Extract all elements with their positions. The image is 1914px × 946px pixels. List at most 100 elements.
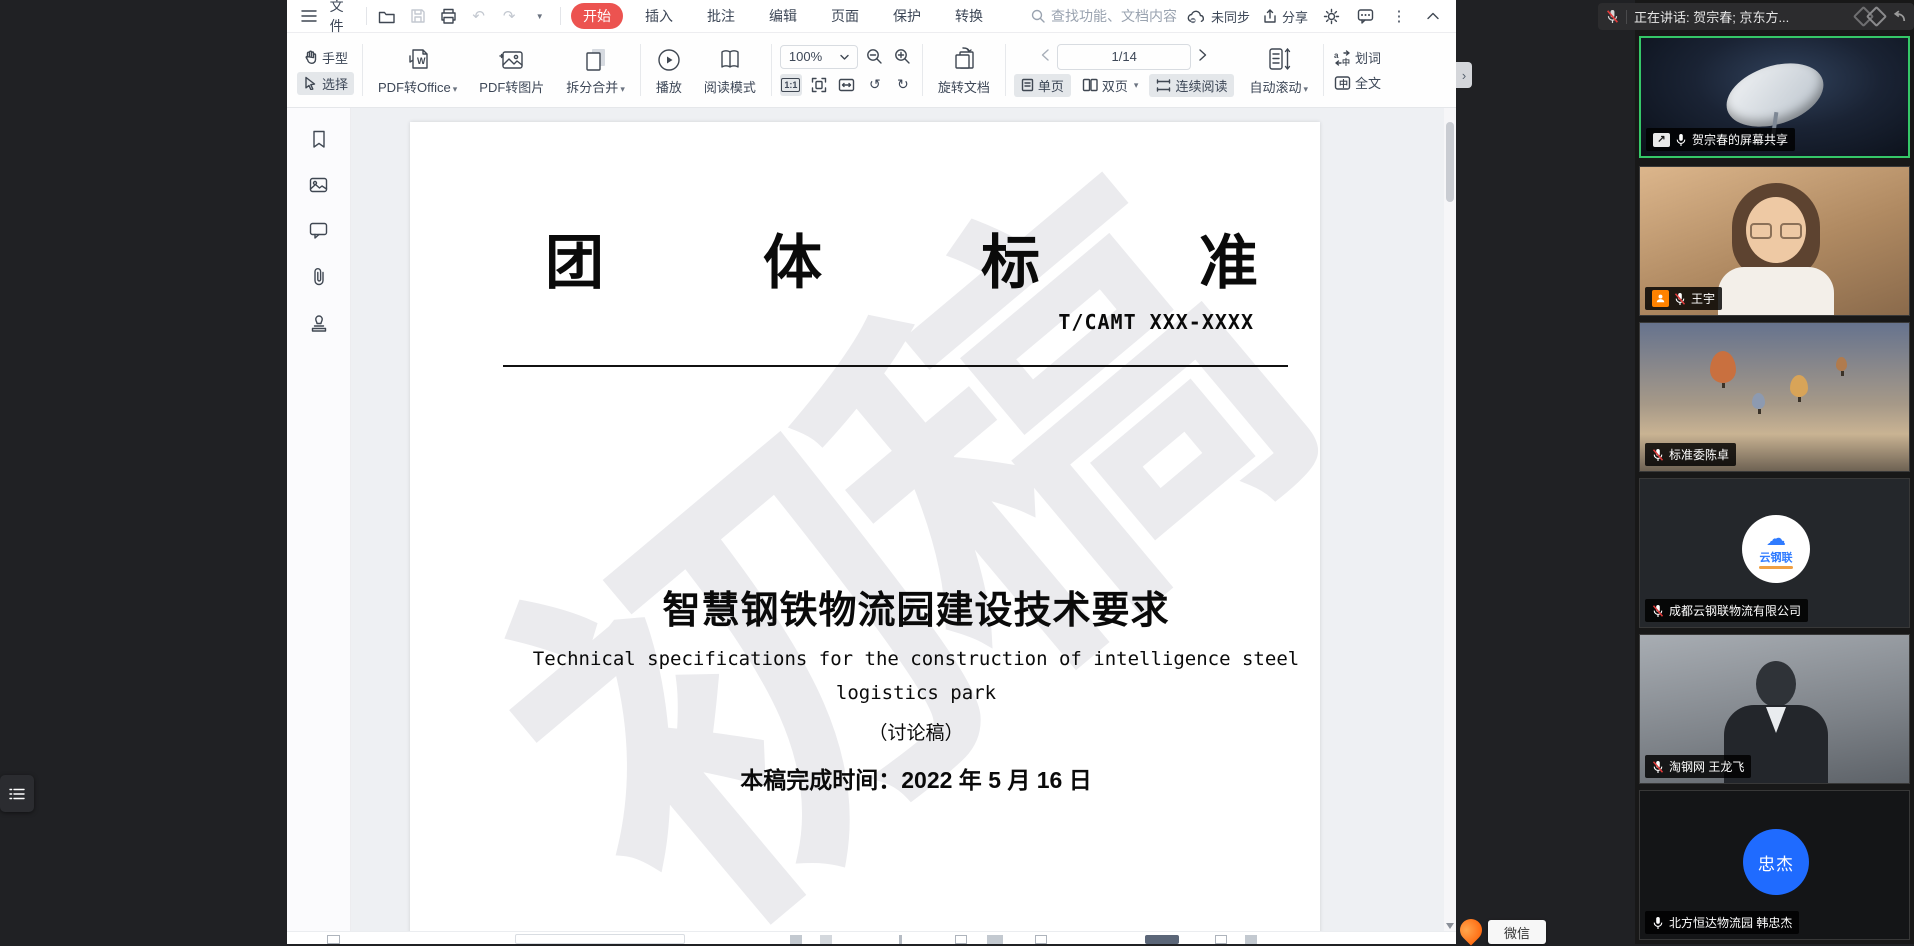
- divider: [366, 7, 367, 25]
- statusbar-icon[interactable]: [987, 935, 1003, 944]
- tab-home[interactable]: 开始: [571, 3, 623, 29]
- wechat-notification[interactable]: 微信: [1488, 920, 1546, 944]
- statusbar-icon[interactable]: [899, 935, 902, 944]
- full-text-translate-button[interactable]: 中 全文: [1334, 73, 1381, 92]
- bookmark-icon[interactable]: [310, 130, 328, 149]
- divider: [922, 44, 923, 96]
- participant-tile-wanglongfei[interactable]: 淘钢网 王龙飞: [1639, 634, 1910, 784]
- actual-size-button[interactable]: 1:1: [780, 74, 802, 96]
- mic-on-icon: [1652, 916, 1664, 930]
- tab-edit[interactable]: 编辑: [757, 3, 809, 29]
- read-mode-button[interactable]: 阅读模式: [697, 42, 763, 98]
- redo-icon[interactable]: ↷: [499, 5, 520, 27]
- participant-tile-yunganglian[interactable]: ☁ 云钢联 成都云钢联物流有限公司: [1639, 478, 1910, 628]
- speaking-status-banner[interactable]: 正在讲话: 贺宗春; 京东方...: [1598, 3, 1914, 30]
- attachment-icon[interactable]: [312, 267, 326, 286]
- word-translate-button[interactable]: a中 划词: [1334, 48, 1381, 67]
- share-button[interactable]: 分享: [1262, 7, 1308, 26]
- pdf-to-image-button[interactable]: PDF转图片: [472, 42, 551, 98]
- participant-tile-hanzhongjie[interactable]: 忠杰 北方恒达物流园 韩忠杰: [1639, 790, 1910, 940]
- dropdown-caret: ▾: [1303, 84, 1308, 94]
- play-icon: [657, 44, 681, 72]
- settings-gear-icon[interactable]: [1320, 5, 1342, 27]
- page-indicator-input[interactable]: 1/14: [1057, 44, 1191, 70]
- save-icon[interactable]: [407, 5, 428, 27]
- collapse-toolbar-icon[interactable]: [1422, 5, 1444, 27]
- panel-expander-tab[interactable]: ›: [1456, 62, 1472, 88]
- rotate-left-icon[interactable]: ↺: [864, 74, 886, 96]
- continuous-read-button[interactable]: 连续阅读: [1149, 74, 1234, 97]
- vertical-scrollbar[interactable]: [1444, 108, 1456, 932]
- dropdown-caret: ▾: [453, 84, 458, 94]
- rotate-document-button[interactable]: 旋转文档: [931, 42, 997, 98]
- sync-status[interactable]: 未同步: [1187, 7, 1250, 26]
- hand-tool-button[interactable]: 手型: [297, 46, 354, 69]
- scroll-down-arrow[interactable]: [1446, 923, 1454, 929]
- zoom-out-icon[interactable]: [864, 46, 886, 68]
- scrollbar-thumb[interactable]: [1446, 122, 1454, 202]
- more-options-icon[interactable]: ⋮: [1388, 5, 1410, 27]
- single-page-icon: [1021, 78, 1034, 92]
- statusbar-icon[interactable]: [790, 935, 802, 944]
- participant-tile-screen-share[interactable]: ↗ 贺宗春的屏幕共享: [1639, 36, 1910, 158]
- zoom-level-select[interactable]: 100%: [780, 45, 858, 69]
- next-page-icon[interactable]: [1199, 48, 1207, 65]
- split-merge-button[interactable]: 拆分合并▾: [559, 42, 632, 98]
- print-icon[interactable]: [438, 5, 459, 27]
- image-panel-icon[interactable]: [309, 177, 328, 194]
- double-page-button[interactable]: 双页▾: [1075, 74, 1146, 97]
- feedback-chat-icon[interactable]: [1354, 5, 1376, 27]
- full-translate-icon: 中: [1334, 75, 1351, 91]
- tab-convert[interactable]: 转换: [943, 3, 995, 29]
- header-rule: [503, 365, 1288, 367]
- statusbar-icon[interactable]: [820, 935, 832, 944]
- single-page-button[interactable]: 单页: [1014, 74, 1071, 97]
- statusbar-icon[interactable]: [1145, 935, 1179, 944]
- rotate-right-icon[interactable]: ↻: [892, 74, 914, 96]
- share-icon: [1262, 8, 1278, 24]
- tab-protect[interactable]: 保护: [881, 3, 933, 29]
- select-tool-button[interactable]: 选择: [297, 72, 354, 95]
- return-arrow-icon[interactable]: [1890, 10, 1906, 23]
- document-view-area[interactable]: 初稿 团体标准 T/CAMT XXX-XXXX 智慧钢铁物流园建设技术要求 Te…: [351, 108, 1444, 932]
- signature-stamp-icon[interactable]: [310, 314, 328, 333]
- tab-insert[interactable]: 插入: [633, 3, 685, 29]
- file-menu[interactable]: 文件: [330, 0, 356, 36]
- undo-icon[interactable]: ↶: [468, 5, 489, 27]
- completion-date: 本稿完成时间：2022 年 5 月 16 日: [506, 761, 1320, 795]
- outline-floating-button[interactable]: [0, 775, 34, 812]
- outline-list-icon: [8, 786, 26, 802]
- participant-tile-chenzhuo[interactable]: 标准委陈卓: [1639, 322, 1910, 472]
- search-input[interactable]: 查找功能、文档内容: [1031, 6, 1177, 26]
- hamburger-menu-icon[interactable]: [299, 5, 320, 27]
- zoom-in-icon[interactable]: [892, 46, 914, 68]
- comment-panel-icon[interactable]: [309, 222, 328, 239]
- layout-grid-icon[interactable]: [1866, 6, 1887, 27]
- fit-width-icon[interactable]: [836, 74, 858, 96]
- play-button[interactable]: 播放: [649, 42, 689, 98]
- notification-flame-icon[interactable]: [1455, 914, 1486, 945]
- statusbar-icon[interactable]: [327, 935, 340, 944]
- participant-name-chip: ↗ 贺宗春的屏幕共享: [1646, 128, 1795, 151]
- mic-muted-icon: [1652, 604, 1664, 618]
- divider: [771, 44, 772, 96]
- participant-tile-wangyu[interactable]: 王宇: [1639, 166, 1910, 316]
- customize-toolbar-icon[interactable]: ▼: [529, 5, 550, 27]
- fit-page-icon[interactable]: [808, 74, 830, 96]
- statusbar-icon[interactable]: [1245, 935, 1257, 944]
- pdf-page[interactable]: 初稿 团体标准 T/CAMT XXX-XXXX 智慧钢铁物流园建设技术要求 Te…: [410, 122, 1320, 932]
- page-navigation-group: 1/14 单页 双页▾ 连续阅读: [1014, 44, 1235, 97]
- divider: [1005, 44, 1006, 96]
- statusbar-icon[interactable]: [1215, 935, 1227, 944]
- toolbar: 手型 选择 W PDF转Office▾ PDF转图片 拆分合并▾ 播放: [287, 33, 1456, 108]
- pdf-to-office-button[interactable]: W PDF转Office▾: [371, 42, 464, 98]
- tab-page[interactable]: 页面: [819, 3, 871, 29]
- statusbar-icon[interactable]: [1035, 935, 1047, 944]
- statusbar-field[interactable]: [515, 934, 685, 944]
- tab-comment[interactable]: 批注: [695, 3, 747, 29]
- auto-scroll-button[interactable]: 自动滚动▾: [1242, 42, 1315, 98]
- open-folder-icon[interactable]: [377, 5, 398, 27]
- previous-page-icon[interactable]: [1041, 48, 1049, 65]
- statusbar-icon[interactable]: [955, 935, 967, 944]
- pdf-app-window: 文件 ↶ ↷ ▼ 开始 插入 批注 编辑 页面 保护 转换 查找功能、文档内容 …: [287, 0, 1456, 944]
